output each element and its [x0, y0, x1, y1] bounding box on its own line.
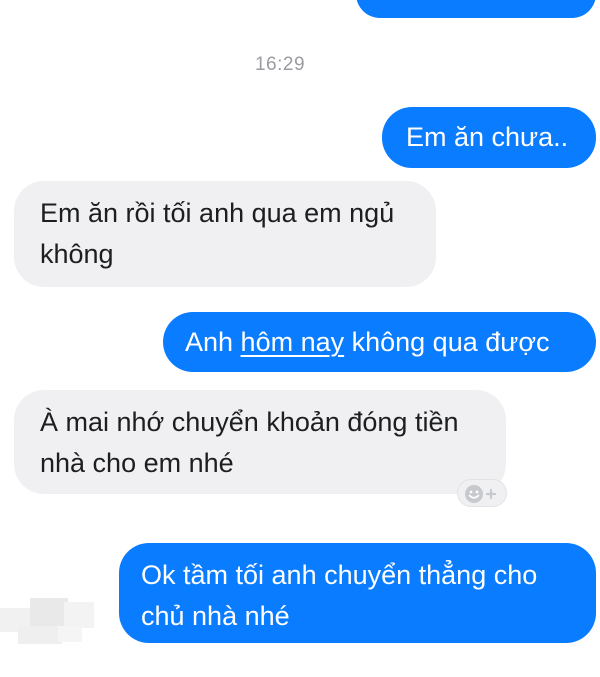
- message-text: Anh: [185, 327, 241, 357]
- message-text-line: chủ nhà nhé: [141, 601, 290, 631]
- message-timestamp: 16:29: [254, 54, 306, 75]
- add-reaction-button[interactable]: [457, 479, 507, 507]
- message-bubble-incoming[interactable]: Em ăn rồi tối anh qua em ngủ không: [14, 181, 436, 287]
- message-text-line: Em ăn rồi tối anh qua em ngủ: [40, 198, 395, 228]
- message-text-line: Ok tầm tối anh chuyển thẳng cho: [141, 560, 538, 590]
- chat-screen: 16:29 Em ăn chưa.. Em ăn rồi tối anh qua…: [0, 0, 600, 677]
- message-text: Em ăn chưa..: [406, 122, 569, 152]
- message-text-line: À mai nhớ chuyển khoản đóng tiền: [40, 407, 459, 437]
- message-text-line: nhà cho em nhé: [40, 448, 234, 478]
- message-bubble-outgoing[interactable]: Anh hôm nay không qua được: [163, 312, 596, 372]
- message-text-line: không: [40, 239, 114, 269]
- message-bubble-outgoing[interactable]: Ok tầm tối anh chuyển thẳng cho chủ nhà …: [119, 543, 596, 643]
- message-bubble-outgoing-partial[interactable]: [356, 0, 596, 18]
- message-bubble-incoming[interactable]: À mai nhớ chuyển khoản đóng tiền nhà cho…: [14, 390, 506, 494]
- avatar: [0, 598, 100, 646]
- add-reaction-icon: [465, 485, 497, 503]
- date-link[interactable]: hôm nay: [241, 327, 345, 357]
- message-text: không qua được: [344, 327, 550, 357]
- message-bubble-outgoing[interactable]: Em ăn chưa..: [382, 107, 596, 168]
